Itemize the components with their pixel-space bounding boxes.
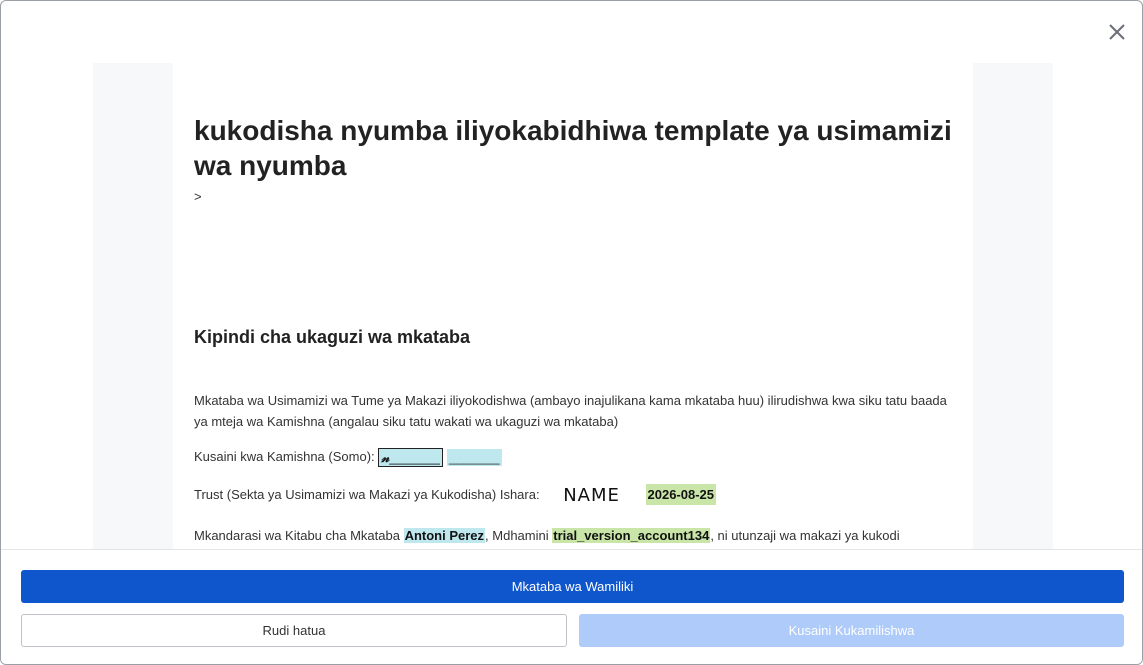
document-subtitle: > bbox=[194, 189, 202, 204]
back-step-button[interactable]: Rudi hatua bbox=[21, 614, 567, 647]
signature-blank: _______ bbox=[389, 450, 440, 466]
contractor-suffix: , ni utunzaji wa makazi ya kukodi bbox=[710, 528, 900, 543]
paragraph-review-period: Mkataba wa Usimamizi wa Tume ya Makazi i… bbox=[194, 393, 947, 429]
document-page: kukodisha nyumba iliyokabidhiwa template… bbox=[173, 63, 973, 549]
contractor-middle: , Mdhamini bbox=[485, 528, 553, 543]
document-viewer[interactable]: kukodisha nyumba iliyokabidhiwa template… bbox=[93, 63, 1053, 549]
close-icon bbox=[1109, 24, 1125, 40]
modal-footer: Mkataba wa Wamiliki Rudi hatua Kusaini K… bbox=[1, 549, 1142, 664]
contractor-prefix: Mkandarasi wa Kitabu cha Mkataba bbox=[194, 528, 404, 543]
commissioner-signature-field[interactable]: 𝓃_______ bbox=[378, 448, 443, 468]
owner-contract-button[interactable]: Mkataba wa Wamiliki bbox=[21, 570, 1124, 603]
commissioner-second-field[interactable]: _______ bbox=[446, 449, 502, 467]
trust-date: 2026-08-25 bbox=[645, 484, 717, 505]
close-button[interactable] bbox=[1104, 19, 1130, 45]
document-title: kukodisha nyumba iliyokabidhiwa template… bbox=[194, 115, 952, 181]
trust-signature-line: Trust (Sekta ya Usimamizi wa Makazi ya K… bbox=[194, 484, 954, 506]
trust-signature: NAME bbox=[563, 485, 620, 507]
signing-modal: kukodisha nyumba iliyokabidhiwa template… bbox=[0, 0, 1143, 665]
complete-signing-button[interactable]: Kusaini Kukamilishwa bbox=[579, 614, 1124, 647]
commissioner-signature-line: Kusaini kwa Kamishna (Somo): 𝓃_______ ___… bbox=[194, 446, 954, 468]
paragraph-contractor: Mkandarasi wa Kitabu cha Mkataba Antoni … bbox=[194, 525, 954, 546]
trust-label: Trust (Sekta ya Usimamizi wa Makazi ya K… bbox=[194, 487, 540, 502]
commissioner-label: Kusaini kwa Kamishna (Somo): bbox=[194, 449, 375, 464]
contractor-name-field: Antoni Perez bbox=[403, 528, 486, 543]
account-name-field: trial_version_account134 bbox=[552, 528, 711, 543]
section-title: Kipindi cha ukaguzi wa mkataba bbox=[194, 327, 471, 347]
